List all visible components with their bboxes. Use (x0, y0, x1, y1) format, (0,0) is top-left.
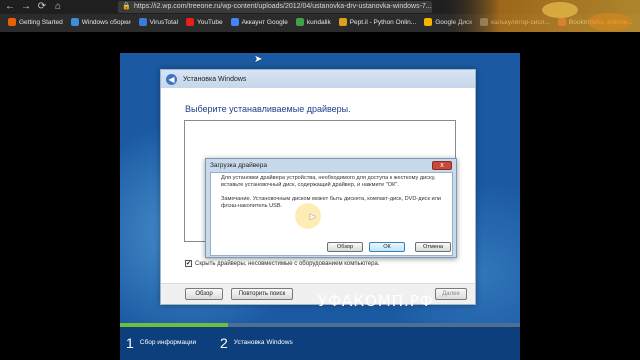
bookmark-label: YouTube (197, 18, 223, 26)
back-arrow-icon[interactable]: ◀ (166, 73, 177, 85)
dialog-body: Для установки драйвера устройства, необх… (210, 172, 453, 256)
back-arrow-icon[interactable]: ← (4, 1, 16, 13)
bookmark-favicon-icon (70, 18, 79, 26)
address-bar-url: https://i2.wp.com/treeone.ru/wp-content/… (134, 3, 432, 10)
step-number: 1 (126, 335, 134, 351)
setup-progress-bar (120, 323, 520, 327)
setup-heading: Выберите устанавливаемые драйверы. (185, 104, 351, 114)
step-number: 2 (220, 335, 228, 351)
dialog-titlebar: Загрузка драйвера x (206, 159, 456, 171)
bookmark-item[interactable]: YouTube (186, 18, 223, 26)
bookmark-label: Аккаунт Google (241, 18, 288, 26)
bookmark-label: kundalik (306, 18, 331, 26)
bookmark-item[interactable]: kundalik (295, 18, 331, 26)
bookmark-favicon-icon (8, 18, 16, 26)
forward-arrow-icon[interactable]: → (20, 1, 32, 13)
next-button[interactable]: Далее (435, 288, 467, 300)
bookmark-favicon-icon (338, 18, 347, 26)
lock-icon: 🔒 (122, 3, 131, 10)
hide-incompatible-checkbox[interactable]: ✔ (185, 260, 192, 267)
hide-incompatible-label: Скрыть драйверы, несовместимые с оборудо… (195, 260, 380, 267)
mouse-cursor-icon: ➤ (254, 54, 263, 65)
browse-button[interactable]: Обзор (185, 288, 223, 300)
setup-steps-bar: 1 Сбор информации 2 Установка Windows (120, 323, 520, 360)
bookmark-favicon-icon (295, 18, 304, 26)
dialog-browse-button[interactable]: Обзор (327, 242, 363, 252)
mouse-cursor-icon: ➤ (308, 212, 317, 223)
rescan-button[interactable]: Повторить поиск (231, 288, 293, 300)
bookmark-item[interactable]: Аккаунт Google (230, 18, 288, 26)
bookmark-favicon-icon (138, 18, 147, 26)
bookmark-item[interactable]: Windows сборки (70, 18, 131, 26)
browser-theme-decoration (440, 0, 640, 32)
dialog-cancel-button[interactable]: Отмена (415, 242, 451, 252)
reload-icon[interactable]: ⟳ (36, 1, 48, 13)
watermark: УФАКОМП.РФ (318, 292, 434, 310)
bookmark-favicon-icon (230, 18, 239, 26)
bookmark-label: Windows сборки (81, 18, 131, 26)
bookmark-favicon-icon (424, 18, 433, 26)
step-collect-info: 1 Сбор информации (126, 333, 196, 353)
dialog-title: Загрузка драйвера (210, 161, 267, 169)
bookmark-favicon-icon (186, 18, 195, 26)
setup-progress-fill (120, 323, 228, 327)
home-icon[interactable]: ⌂ (52, 1, 64, 13)
address-bar[interactable]: 🔒 https://i2.wp.com/treeone.ru/wp-conten… (118, 1, 432, 13)
browser-chrome: ← → ⟳ ⌂ 🔒 https://i2.wp.com/treeone.ru/w… (0, 0, 640, 32)
dialog-instruction-text: Для установки драйвера устройства, необх… (221, 175, 436, 188)
dialog-note-text: Замечание. Установочным диском может быт… (221, 196, 441, 209)
hide-incompatible-row[interactable]: ✔ Скрыть драйверы, несовместимые с обору… (185, 260, 380, 267)
setup-window-title: Установка Windows (183, 75, 247, 83)
step-label: Установка Windows (233, 339, 293, 346)
close-icon[interactable]: x (432, 160, 452, 170)
bookmark-item[interactable]: VirusTotal (138, 18, 179, 26)
dialog-ok-button[interactable]: ОК (369, 242, 405, 252)
bookmark-label: Getting Started (19, 18, 63, 26)
load-driver-dialog: Загрузка драйвера x Для установки драйве… (205, 158, 457, 258)
bookmark-item[interactable]: Getting Started (8, 18, 63, 26)
step-label: Сбор информации (139, 339, 197, 346)
bookmark-label: Pept.il - Python Onlin... (349, 18, 417, 26)
step-install-windows: 2 Установка Windows (220, 333, 293, 353)
setup-titlebar: ◀ Установка Windows (161, 70, 475, 88)
bookmark-item[interactable]: Pept.il - Python Onlin... (338, 18, 417, 26)
bookmark-label: VirusTotal (149, 18, 179, 26)
